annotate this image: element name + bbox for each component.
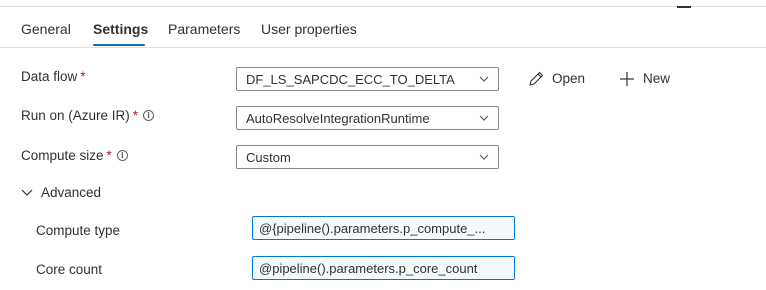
info-icon[interactable]: i [116, 150, 128, 161]
tab-settings[interactable]: Settings [93, 21, 148, 37]
required-marker: * [132, 108, 139, 123]
plus-icon [620, 72, 634, 86]
info-icon[interactable]: i [143, 110, 155, 121]
compute-type-value: @{pipeline().parameters.p_compute_... [259, 221, 486, 236]
top-border [0, 6, 766, 7]
data-flow-value: DF_LS_SAPCDC_ECC_TO_DELTA [246, 72, 455, 87]
run-on-select[interactable]: AutoResolveIntegrationRuntime [236, 106, 499, 130]
core-count-value: @pipeline().parameters.p_core_count [259, 261, 478, 276]
new-label: New [643, 71, 671, 86]
tabs-divider [0, 47, 766, 48]
advanced-label: Advanced [41, 185, 102, 200]
compute-size-value: Custom [246, 150, 291, 165]
compute-size-label: Compute size * i [21, 148, 128, 163]
open-button[interactable]: Open [527, 70, 587, 88]
data-flow-select[interactable]: DF_LS_SAPCDC_ECC_TO_DELTA [236, 67, 499, 91]
chevron-down-icon [479, 76, 489, 82]
required-marker: * [106, 148, 112, 163]
compute-size-select[interactable]: Custom [236, 145, 499, 169]
pencil-icon [529, 71, 544, 86]
core-count-label: Core count [36, 262, 103, 277]
tab-general[interactable]: General [21, 21, 71, 37]
compute-type-expression-field[interactable]: @{pipeline().parameters.p_compute_... [252, 216, 515, 240]
core-count-expression-field[interactable]: @pipeline().parameters.p_core_count [252, 256, 515, 280]
top-mark [677, 6, 691, 8]
required-marker: * [80, 69, 86, 84]
compute-type-label: Compute type [36, 223, 121, 238]
chevron-down-icon [21, 189, 33, 196]
data-flow-label: Data flow * [21, 69, 86, 84]
run-on-label: Run on (Azure IR) * i [21, 108, 155, 123]
open-label: Open [552, 71, 586, 86]
chevron-down-icon [479, 154, 489, 160]
run-on-value: AutoResolveIntegrationRuntime [246, 111, 430, 126]
tab-user-properties[interactable]: User properties [261, 21, 357, 37]
active-tab-indicator [93, 44, 145, 46]
chevron-down-icon [479, 115, 489, 121]
tab-bar: General Settings Parameters User propert… [0, 18, 766, 48]
tab-parameters[interactable]: Parameters [168, 21, 240, 37]
new-button[interactable]: New [618, 70, 678, 88]
